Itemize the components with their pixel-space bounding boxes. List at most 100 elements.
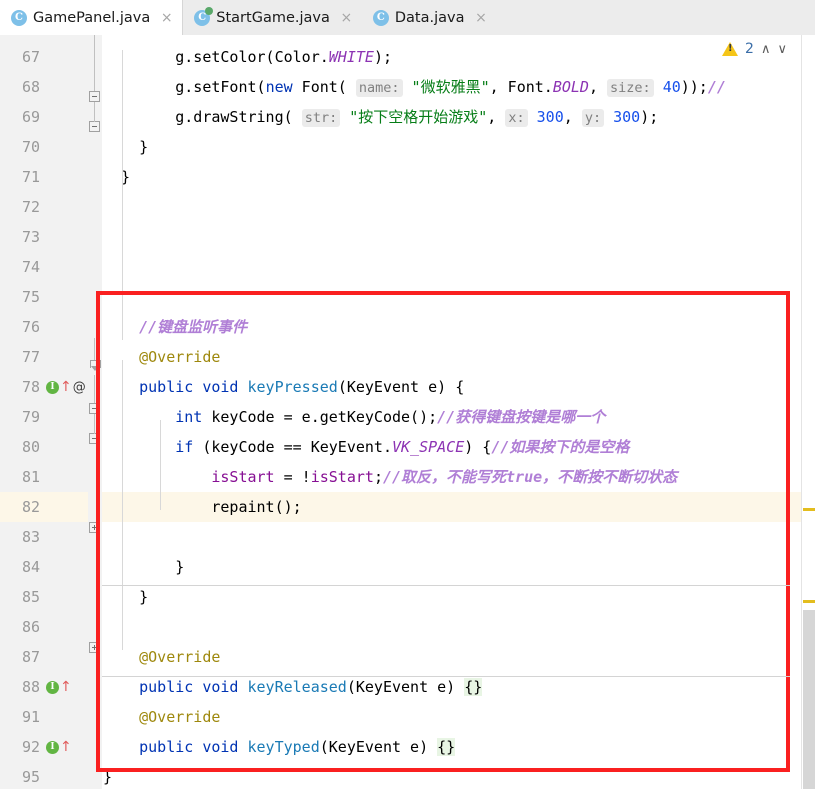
code-line[interactable]: isStart = !isStart;//取反，不能写死true，不断按不断切状… — [102, 462, 815, 492]
gutter-markers: I ↑ @ — [46, 380, 86, 395]
gutter-line[interactable]: 69 — [0, 102, 88, 132]
editor-tab[interactable]: C StartGame.java × — [183, 0, 362, 35]
gutter-line[interactable]: 73 — [0, 222, 88, 252]
gutter-line[interactable]: 76 — [0, 312, 88, 342]
fold-collapse-arrow-icon[interactable] — [89, 360, 101, 374]
gutter-line[interactable]: 83 — [0, 522, 88, 552]
gutter-line[interactable]: 78 I ↑ @ — [0, 372, 88, 402]
editor-scrollbar[interactable] — [801, 35, 815, 789]
gutter-line[interactable]: 81 — [0, 462, 88, 492]
editor-tab-label: StartGame.java — [216, 9, 330, 26]
gutter-line[interactable]: 70 — [0, 132, 88, 162]
gutter-line[interactable]: 80 — [0, 432, 88, 462]
code-line[interactable]: g.setFont(new Font( name: "微软雅黑", Font.B… — [102, 72, 815, 102]
code-token: new — [265, 78, 293, 96]
code-token: g.drawString( — [103, 108, 302, 126]
gutter-line[interactable]: 92 I ↑ — [0, 732, 88, 762]
gutter-line[interactable]: 67 — [0, 42, 88, 72]
gutter-line[interactable]: 74 — [0, 252, 88, 282]
implemented-marker[interactable]: I — [46, 740, 59, 754]
fold-region-line — [94, 102, 95, 122]
fold-collapse-icon[interactable] — [89, 91, 100, 102]
gutter-line[interactable]: 85 — [0, 582, 88, 612]
gutter-line[interactable]: 91 — [0, 702, 88, 732]
warning-count: 2 — [745, 41, 754, 57]
prev-problem-icon[interactable]: ∧ — [761, 42, 771, 57]
code-line[interactable] — [102, 612, 815, 642]
method-separator — [102, 676, 790, 677]
code-line[interactable] — [102, 282, 815, 312]
code-line[interactable]: g.setColor(Color.WHITE); — [102, 42, 815, 72]
close-icon[interactable]: × — [475, 11, 488, 25]
code-line[interactable]: @Override — [102, 342, 815, 372]
next-problem-icon[interactable]: ∨ — [777, 42, 787, 57]
code-folding-rail[interactable] — [88, 35, 102, 789]
warning-marker[interactable] — [803, 600, 815, 603]
gutter-line[interactable]: 77 — [0, 342, 88, 372]
fold-collapse-icon[interactable] — [89, 433, 100, 444]
fold-collapse-icon[interactable] — [89, 121, 100, 132]
code-line[interactable]: if (keyCode == KeyEvent.VK_SPACE) {//如果按… — [102, 432, 815, 462]
code-line[interactable]: } — [102, 552, 815, 582]
line-number: 92 — [21, 738, 40, 756]
gutter-line[interactable]: 71 — [0, 162, 88, 192]
gutter-line[interactable]: 82 — [0, 492, 88, 522]
gutter-line[interactable]: 79 — [0, 402, 88, 432]
code-line[interactable]: //键盘监听事件 — [102, 312, 815, 342]
code-line[interactable]: @Override — [102, 642, 815, 672]
code-line[interactable]: } — [102, 132, 815, 162]
gutter-line[interactable]: 87 — [0, 642, 88, 672]
override-arrow-icon[interactable]: ↑ — [60, 740, 72, 754]
code-line[interactable]: @Override — [102, 702, 815, 732]
code-token: , — [487, 108, 506, 126]
override-arrow-icon[interactable]: ↑ — [60, 380, 72, 394]
editor-tab[interactable]: C GamePanel.java × — [0, 0, 183, 35]
indent-guide — [160, 420, 161, 510]
implemented-marker[interactable]: I — [46, 380, 59, 394]
gutter-markers: I ↑ — [46, 740, 72, 754]
code-line[interactable]: } — [102, 582, 815, 612]
code-line[interactable] — [102, 222, 815, 252]
close-icon[interactable]: × — [160, 11, 173, 25]
code-line[interactable]: int keyCode = e.getKeyCode();//获得键盘按键是哪一… — [102, 402, 815, 432]
editor-tab[interactable]: C Data.java × — [362, 0, 497, 35]
implemented-marker[interactable]: I — [46, 680, 59, 694]
ide-editor-window: C GamePanel.java × C StartGame.java × C Data.ja… — [0, 0, 815, 789]
editor-gutter[interactable]: 67 68 69 70 71 72 73 74 75 76 77 78 I ↑ @79 80 81 82 83 84 8… — [0, 35, 88, 789]
code-line[interactable]: public void keyTyped(KeyEvent e) {} — [102, 732, 815, 762]
code-line[interactable] — [102, 252, 815, 282]
inspection-widget[interactable]: 2 ∧ ∨ — [722, 41, 787, 57]
code-line[interactable]: } — [102, 162, 815, 192]
code-line[interactable]: public void keyPressed(KeyEvent e) { — [102, 372, 815, 402]
gutter-line[interactable]: 86 — [0, 612, 88, 642]
gutter-line[interactable]: 84 — [0, 552, 88, 582]
fold-expand-icon[interactable] — [89, 522, 100, 533]
fold-expand-icon[interactable] — [89, 642, 100, 653]
gutter-line[interactable]: 72 — [0, 192, 88, 222]
close-icon[interactable]: × — [340, 11, 353, 25]
line-number: 91 — [21, 708, 40, 726]
gutter-line[interactable]: 95 — [0, 762, 88, 789]
code-line[interactable]: } — [102, 762, 815, 789]
warning-marker[interactable] — [803, 508, 815, 511]
line-number: 70 — [21, 138, 40, 156]
gutter-line[interactable]: 68 — [0, 72, 88, 102]
code-line[interactable] — [102, 522, 815, 552]
scrollbar-thumb[interactable] — [803, 610, 815, 789]
code-line[interactable] — [102, 192, 815, 222]
code-line[interactable]: g.drawString( str: "按下空格开始游戏", x: 300, y… — [102, 102, 815, 132]
fold-collapse-icon[interactable] — [89, 403, 100, 414]
gutter-line[interactable]: 88 I ↑ — [0, 672, 88, 702]
code-token: //获得键盘按键是哪一个 — [437, 408, 606, 426]
code-token: keyReleased — [247, 678, 347, 696]
annotation-at-icon[interactable]: @ — [73, 380, 86, 395]
code-token: ; — [373, 468, 383, 486]
code-line[interactable]: repaint(); — [102, 492, 815, 522]
gutter-line[interactable]: 75 — [0, 282, 88, 312]
code-token: } — [103, 168, 131, 186]
line-number: 95 — [21, 768, 40, 786]
override-arrow-icon[interactable]: ↑ — [60, 680, 72, 694]
